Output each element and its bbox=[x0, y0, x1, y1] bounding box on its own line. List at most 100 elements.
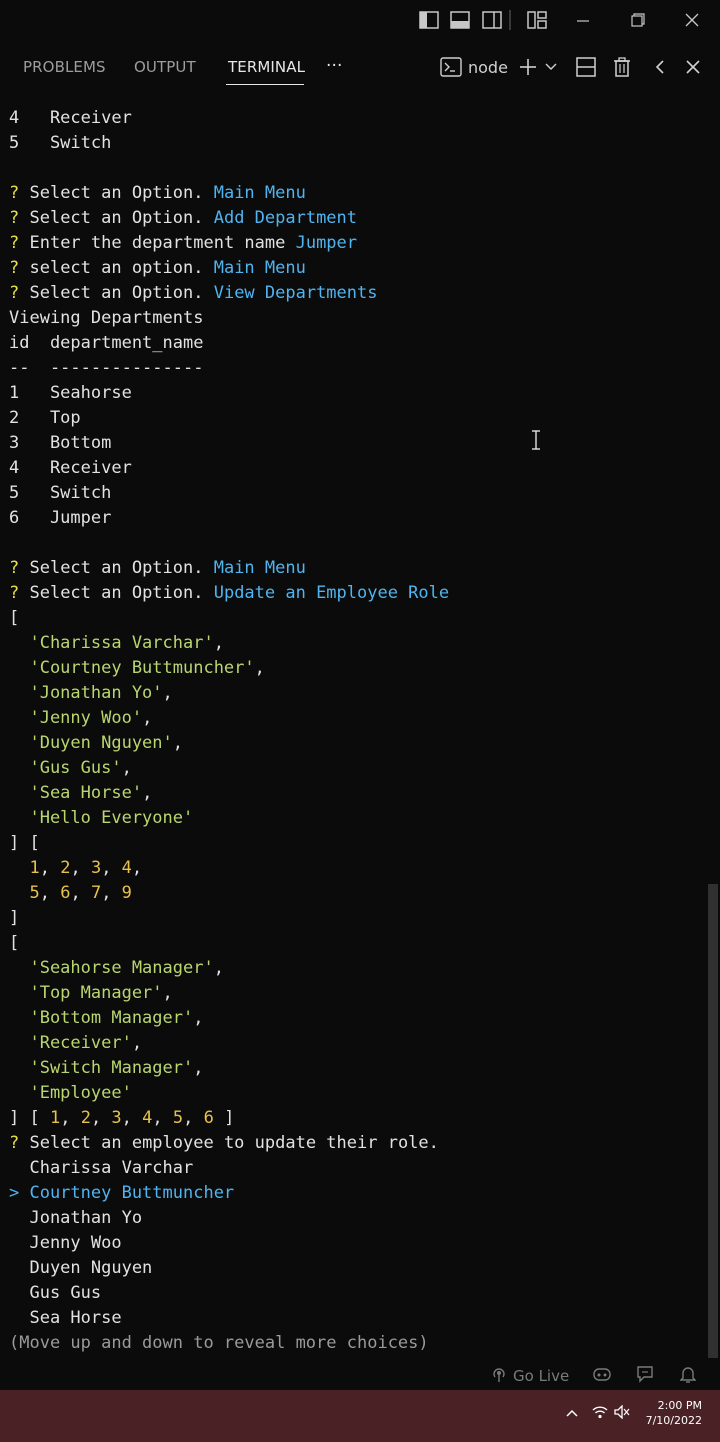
terminal-text: 4 bbox=[121, 858, 132, 878]
terminal-text: id department_name bbox=[9, 333, 204, 353]
terminal-text: (Move up and down to reveal more choices… bbox=[9, 1333, 429, 1353]
terminal-text: Update an Employee Role bbox=[213, 583, 450, 603]
terminal-line: -- --------------- bbox=[0, 356, 708, 381]
terminal-line: 1, 2, 3, 4, bbox=[0, 856, 708, 881]
terminal-text: ? bbox=[9, 583, 30, 603]
terminal-line: 'Top Manager', bbox=[0, 981, 708, 1006]
terminal-line: ] [ bbox=[0, 831, 708, 856]
terminal-line: 'Duyen Nguyen', bbox=[0, 731, 708, 756]
terminal-text: , bbox=[131, 1033, 143, 1053]
chevron-up-icon[interactable] bbox=[566, 1408, 578, 1418]
tab-problems[interactable]: PROBLEMS bbox=[23, 58, 106, 76]
terminal-text: , bbox=[172, 733, 184, 753]
terminal-text: Charissa Varchar bbox=[9, 1158, 194, 1178]
terminal-text: > Courtney Buttmuncher bbox=[9, 1183, 235, 1203]
terminal-text: Sea Horse bbox=[9, 1308, 122, 1328]
terminal-text: 5 Switch bbox=[9, 133, 112, 153]
terminal-icon[interactable] bbox=[440, 55, 462, 79]
terminal-text: , bbox=[70, 883, 91, 903]
terminal-line: ? Select an Option. View Departments bbox=[0, 281, 708, 306]
terminal-scrollbar[interactable] bbox=[708, 884, 718, 1358]
restore-icon[interactable] bbox=[627, 9, 649, 31]
terminal-line: 4 Receiver bbox=[0, 106, 708, 131]
minimize-icon[interactable] bbox=[572, 9, 594, 31]
toggle-primary-sidebar-icon[interactable] bbox=[418, 9, 440, 31]
go-live-button[interactable]: Go Live bbox=[490, 1365, 569, 1387]
terminal-line: 'Gus Gus', bbox=[0, 756, 708, 781]
terminal-text: 'Switch Manager' bbox=[9, 1058, 194, 1078]
terminal-line: id department_name bbox=[0, 331, 708, 356]
terminal-line: ? select an option. Main Menu bbox=[0, 256, 708, 281]
terminal-text: 'Jenny Woo' bbox=[9, 708, 143, 728]
terminal-text: Main Menu bbox=[213, 258, 306, 278]
terminal-text: , bbox=[142, 708, 153, 728]
volume-muted-icon[interactable] bbox=[614, 1405, 630, 1419]
trash-icon[interactable] bbox=[613, 55, 631, 79]
terminal-text: ? bbox=[9, 233, 30, 253]
terminal-text: 'Receiver' bbox=[9, 1033, 132, 1053]
active-tab-indicator bbox=[226, 84, 304, 85]
terminal-text: , bbox=[121, 1108, 143, 1128]
more-actions-icon[interactable]: ··· bbox=[326, 56, 343, 76]
terminal-name[interactable]: node bbox=[468, 55, 508, 79]
terminal-text: View Departments bbox=[213, 283, 378, 303]
chevron-left-icon[interactable] bbox=[654, 55, 666, 79]
new-terminal-icon[interactable] bbox=[518, 55, 538, 79]
terminal-line: 6 Jumper bbox=[0, 506, 708, 531]
terminal-text: 4 Receiver bbox=[9, 108, 132, 128]
terminal-line: 'Receiver', bbox=[0, 1031, 708, 1056]
wifi-icon[interactable] bbox=[592, 1405, 608, 1419]
terminal-text: Jumper bbox=[295, 233, 358, 253]
terminal-text: 'Gus Gus' bbox=[9, 758, 122, 778]
tab-output[interactable]: OUTPUT bbox=[134, 58, 196, 76]
customize-layout-icon[interactable] bbox=[526, 9, 548, 31]
terminal-line: [ bbox=[0, 931, 708, 956]
terminal-line: (Move up and down to reveal more choices… bbox=[0, 1331, 708, 1356]
close-icon[interactable] bbox=[681, 9, 703, 31]
terminal-text: , bbox=[183, 1108, 204, 1128]
tab-terminal[interactable]: TERMINAL bbox=[228, 58, 305, 76]
notifications-bell-icon[interactable] bbox=[680, 1365, 696, 1383]
terminal-text: 2 Top bbox=[9, 408, 81, 428]
terminal-text: Jonathan Yo bbox=[9, 1208, 143, 1228]
split-terminal-icon[interactable] bbox=[576, 55, 596, 79]
chevron-down-icon[interactable] bbox=[545, 55, 557, 79]
terminal-text: , bbox=[142, 783, 153, 803]
terminal-line: 5, 6, 7, 9 bbox=[0, 881, 708, 906]
taskbar-clock[interactable]: 2:00 PM 7/10/2022 bbox=[646, 1398, 702, 1428]
terminal-text: , bbox=[101, 883, 122, 903]
toggle-panel-icon[interactable] bbox=[449, 9, 471, 31]
terminal-text: 'Courtney Buttmuncher' bbox=[9, 658, 255, 678]
terminal-text: ? bbox=[9, 183, 30, 203]
terminal-text: ? bbox=[9, 1133, 30, 1153]
terminal-line: [ bbox=[0, 606, 708, 631]
copilot-icon[interactable] bbox=[592, 1365, 612, 1383]
clock-time: 2:00 PM bbox=[657, 1399, 702, 1412]
close-panel-icon[interactable] bbox=[685, 55, 701, 79]
terminal-line: 4 Receiver bbox=[0, 456, 708, 481]
terminal-text: ] [ bbox=[9, 1108, 50, 1128]
terminal-text: , bbox=[152, 1108, 173, 1128]
terminal-text: 9 bbox=[121, 883, 132, 903]
terminal-line: ? Enter the department name Jumper bbox=[0, 231, 708, 256]
feedback-icon[interactable] bbox=[636, 1365, 654, 1383]
terminal-text: 4 Receiver bbox=[9, 458, 132, 478]
terminal-line: 'Switch Manager', bbox=[0, 1056, 708, 1081]
terminal-line: ] [ 1, 2, 3, 4, 5, 6 ] bbox=[0, 1106, 708, 1131]
terminal-line: Duyen Nguyen bbox=[0, 1256, 708, 1281]
terminal-line: 5 Switch bbox=[0, 481, 708, 506]
terminal-text: , bbox=[60, 1108, 81, 1128]
terminal-output[interactable]: 4 Receiver 5 Switch? Select an Option. Ma… bbox=[0, 106, 708, 1356]
terminal-line: 'Jonathan Yo', bbox=[0, 681, 708, 706]
toggle-secondary-sidebar-icon[interactable] bbox=[481, 9, 503, 31]
terminal-text: , bbox=[193, 1058, 204, 1078]
terminal-text: 'Jonathan Yo' bbox=[9, 683, 163, 703]
title-divider bbox=[508, 9, 512, 31]
terminal-text: 5 bbox=[9, 883, 40, 903]
terminal-line: 'Seahorse Manager', bbox=[0, 956, 708, 981]
terminal-text: Main Menu bbox=[213, 183, 306, 203]
terminal-line: Jonathan Yo bbox=[0, 1206, 708, 1231]
terminal-text: 3 Bottom bbox=[9, 433, 112, 453]
terminal-line: ? Select an employee to update their rol… bbox=[0, 1131, 708, 1156]
